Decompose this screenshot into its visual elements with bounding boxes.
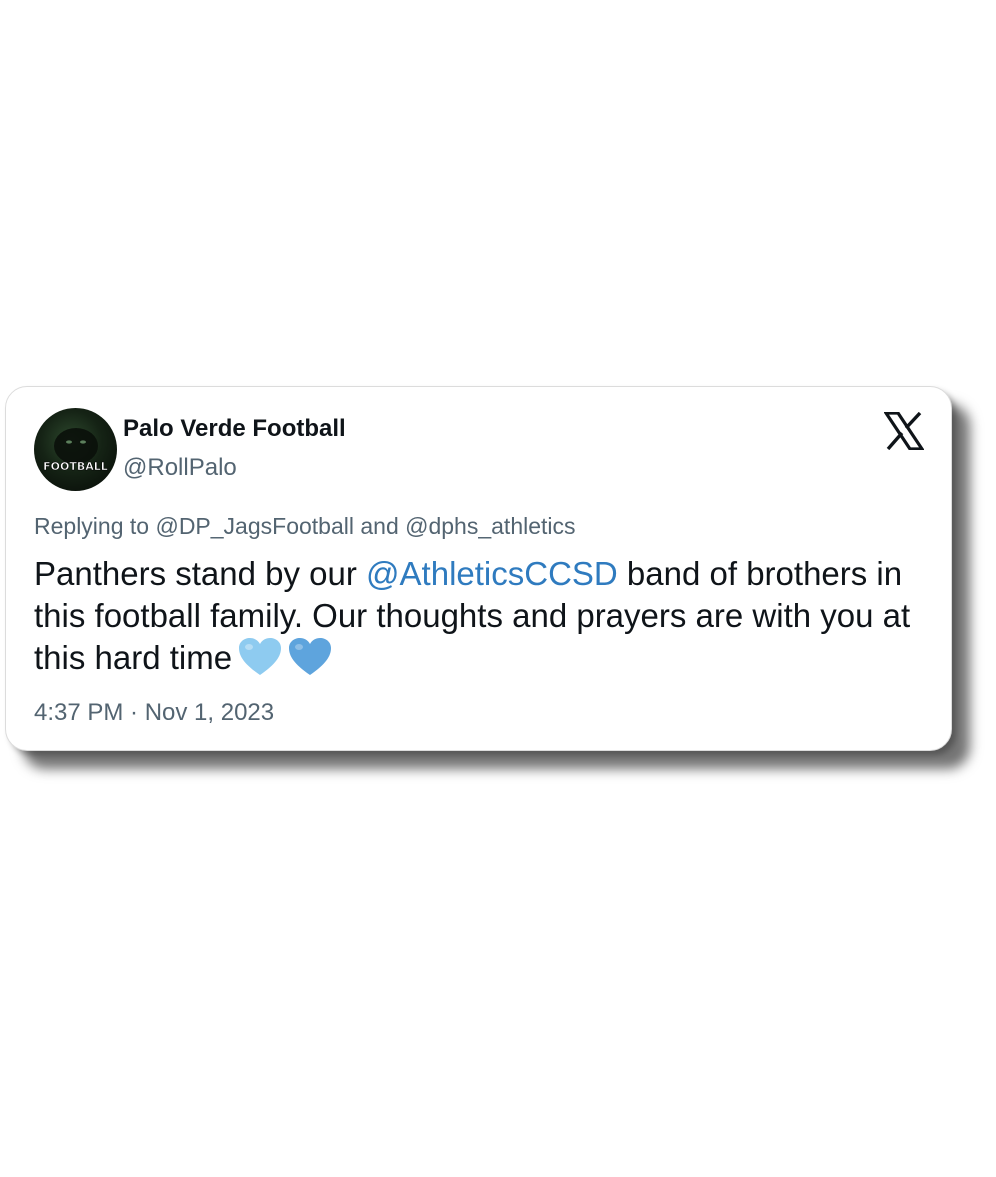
light-blue-heart-icon bbox=[239, 638, 282, 676]
reply-prefix: Replying to bbox=[34, 513, 156, 539]
blue-heart-icon bbox=[289, 638, 332, 676]
avatar[interactable]: FOOTBALL bbox=[34, 408, 117, 491]
avatar-text: FOOTBALL bbox=[43, 460, 108, 473]
reply-user-link[interactable]: @dphs_athletics bbox=[405, 513, 575, 539]
display-name[interactable]: Palo Verde Football bbox=[123, 415, 346, 443]
tweet-text-part: Panthers stand by our bbox=[34, 555, 367, 592]
panther-icon: FOOTBALL bbox=[43, 428, 108, 473]
user-handle[interactable]: @RollPalo bbox=[123, 454, 237, 482]
mention-link[interactable]: @AthleticsCCSD bbox=[366, 555, 618, 592]
reply-joiner: and bbox=[353, 513, 406, 539]
reply-context: Replying to @DP_JagsFootball and @dphs_a… bbox=[34, 513, 576, 540]
tweet-text: Panthers stand by our @AthleticsCCSD ban… bbox=[34, 553, 934, 680]
reply-user-link[interactable]: @DP_JagsFootball bbox=[155, 513, 354, 539]
x-logo-icon[interactable] bbox=[884, 412, 924, 450]
timestamp[interactable]: 4:37 PM · Nov 1, 2023 bbox=[34, 699, 274, 727]
tweet-card: FOOTBALL Palo Verde Football @RollPalo R… bbox=[5, 386, 952, 751]
